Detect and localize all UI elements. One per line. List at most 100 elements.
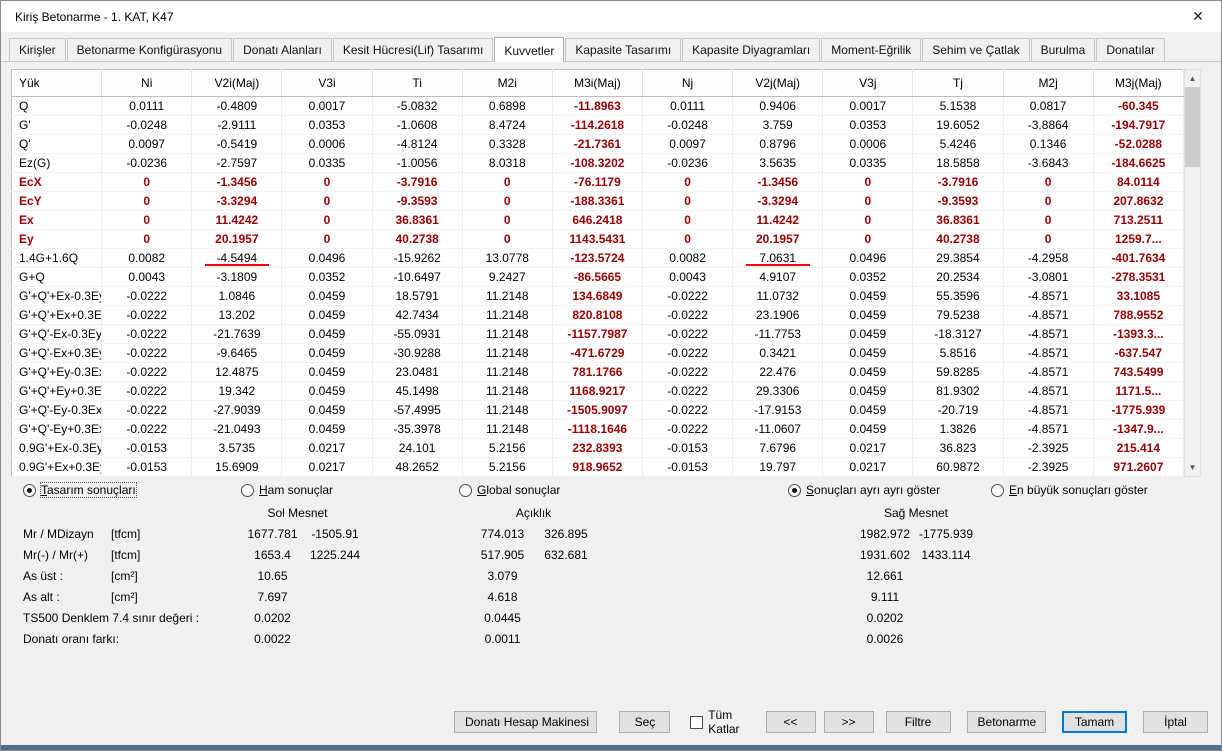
value-cell: -1505.9097 [552,401,642,420]
value-cell: 3.759 [733,116,823,135]
value-cell: 0.0459 [282,401,372,420]
radio-row: Tasarım sonuçlarıHam sonuçlarGlobal sonu… [1,477,1221,497]
table-row[interactable]: G'+Q'+Ey+0.3Ex+0.3Ez-0.022219.3420.04594… [12,382,1184,401]
table-row[interactable]: Ez(G)-0.0236-2.75970.0335-1.00568.0318-1… [12,154,1184,173]
load-case-cell: G'+Q'+Ey-0.3Ex+0.3Ez [12,363,102,382]
value-cell: -4.8571 [1003,382,1093,401]
table-row[interactable]: Ex011.4242036.83610646.2418011.4242036.8… [12,211,1184,230]
radio-sonu-lar-ayr-ayr-g-ster[interactable]: Sonuçları ayrı ayrı göster [788,483,991,497]
value-cell: 0.0459 [282,344,372,363]
vertical-scrollbar[interactable]: ▲ ▼ [1184,69,1201,477]
table-row[interactable]: EcX0-1.34560-3.79160-76.11790-1.34560-3.… [12,173,1184,192]
value-cell: -1.3456 [192,173,282,192]
value-cell: -1393.3... [1093,325,1183,344]
value-cell: 1259.7... [1093,230,1183,249]
tab-kuvvetler[interactable]: Kuvvetler [494,37,564,62]
table-row[interactable]: EcY0-3.32940-9.35930-188.33610-3.32940-9… [12,192,1184,211]
value-cell: -52.0288 [1093,135,1183,154]
table-row[interactable]: Q0.0111-0.48090.0017-5.08320.6898-11.896… [12,97,1184,116]
tab-donat-lar[interactable]: Donatılar [1096,38,1165,61]
value-cell: -15.9262 [372,249,462,268]
table-row[interactable]: 0.9G'+Ex+0.3Ey+0.3Ez-0.015315.69090.0217… [12,458,1184,477]
tab-burulma[interactable]: Burulma [1031,38,1096,61]
table-row[interactable]: G'+Q'-Ex+0.3Ey+0.3Ez-0.0222-9.64650.0459… [12,344,1184,363]
radio-en-b-y-k-sonu-lar-g-ster[interactable]: En büyük sonuçları göster [991,483,1221,497]
value-cell: 36.8361 [372,211,462,230]
table-row[interactable]: G+Q0.0043-3.18090.0352-10.64979.2427-86.… [12,268,1184,287]
tab-betonarme-konfig-rasyonu[interactable]: Betonarme Konfigürasyonu [67,38,232,61]
value-cell: -0.0236 [642,154,732,173]
radio-tasar-m-sonu-lar[interactable]: Tasarım sonuçları [23,483,241,497]
value-cell: 134.6849 [552,287,642,306]
table-row[interactable]: 1.4G+1.6Q0.0082-4.54940.0496-15.926213.0… [12,249,1184,268]
concrete-button[interactable]: Betonarme [967,711,1046,733]
tab-donat-alanlar[interactable]: Donatı Alanları [233,38,332,61]
value-cell: -4.8571 [1003,344,1093,363]
close-icon[interactable]: ✕ [1181,4,1215,30]
value-cell: 918.9652 [552,458,642,477]
previous-button[interactable]: << [766,711,816,733]
value-cell: -3.7916 [372,173,462,192]
value-cell: 0.0352 [823,268,913,287]
result-value: -1505.91 [310,527,360,541]
value-cell: 0 [823,173,913,192]
radio-global-sonu-lar[interactable]: Global sonuçlar [459,483,788,497]
result-value: 517.905 [470,548,535,562]
load-case-cell: G'+Q'+Ey+0.3Ex+0.3Ez [12,382,102,401]
value-cell: -1.0608 [372,116,462,135]
table-row[interactable]: G'+Q'-Ey+0.3Ex+0.3Ez-0.0222-21.04930.045… [12,420,1184,439]
value-cell: -0.0222 [102,325,192,344]
table-row[interactable]: G'+Q'+Ey-0.3Ex+0.3Ez-0.022212.48750.0459… [12,363,1184,382]
value-cell: -10.6497 [372,268,462,287]
tab-kiri-ler[interactable]: Kirişler [9,38,66,61]
radio-button-icon [459,484,472,497]
table-row[interactable]: G'+Q'-Ex-0.3Ey+0.3Ez-0.0222-21.76390.045… [12,325,1184,344]
filter-button[interactable]: Filtre [886,711,951,733]
value-cell: 24.101 [372,439,462,458]
ok-button[interactable]: Tamam [1062,711,1127,733]
value-cell: 5.8516 [913,344,1003,363]
value-cell: 0 [462,211,552,230]
scrollbar-thumb[interactable] [1185,87,1200,167]
value-cell: 0.0353 [282,116,372,135]
tab-kesit-h-cresi-lif-tasar-m[interactable]: Kesit Hücresi(Lif) Tasarımı [333,38,493,61]
tab-sehim-ve-atlak[interactable]: Sehim ve Çatlak [922,38,1029,61]
tab-kapasite-diyagramlar[interactable]: Kapasite Diyagramları [682,38,820,61]
tab-moment-e-rilik[interactable]: Moment-Eğrilik [821,38,921,61]
scrollbar-track[interactable] [1185,87,1200,459]
rebar-calculator-button[interactable]: Donatı Hesap Makinesi [454,711,597,733]
value-cell: 4.9107 [733,268,823,287]
value-cell: -0.0222 [642,382,732,401]
value-cell: -188.3361 [552,192,642,211]
table-row[interactable]: G'+Q'-Ey-0.3Ex+0.3Ez-0.0222-27.90390.045… [12,401,1184,420]
table-row[interactable]: Ey020.1957040.273801143.5431020.1957040.… [12,230,1184,249]
value-cell: -35.3978 [372,420,462,439]
cancel-button[interactable]: İptal [1143,711,1208,733]
all-floors-checkbox[interactable]: Tüm Katlar [690,708,765,736]
column-header-ti: Ti [372,70,462,97]
results-group-header-a-kl-k: Açıklık [470,506,597,520]
value-cell: 0.0459 [823,363,913,382]
value-cell: -57.4995 [372,401,462,420]
table-row[interactable]: G'+Q'+Ex+0.3Ey+0.3Ez-0.022213.2020.04594… [12,306,1184,325]
radio-label: Sonuçları ayrı ayrı göster [806,483,940,497]
value-cell: 0.0217 [282,458,372,477]
tab-kapasite-tasar-m[interactable]: Kapasite Tasarımı [565,38,681,61]
value-cell: -108.3202 [552,154,642,173]
value-cell: -17.9153 [733,401,823,420]
next-button[interactable]: >> [824,711,874,733]
scroll-down-icon[interactable]: ▼ [1185,459,1200,476]
table-row[interactable]: G'+Q'+Ex-0.3Ey+0.3Ez-0.02221.08460.04591… [12,287,1184,306]
value-cell: -4.8571 [1003,363,1093,382]
select-button[interactable]: Seç [619,711,670,733]
result-value: 632.681 [535,548,597,562]
table-row[interactable]: 0.9G'+Ex-0.3Ey+0.3Ez-0.01533.57350.02172… [12,439,1184,458]
scroll-up-icon[interactable]: ▲ [1185,70,1200,87]
radio-ham-sonu-lar[interactable]: Ham sonuçlar [241,483,459,497]
value-cell: -0.0222 [642,325,732,344]
table-row[interactable]: G'-0.0248-2.91110.0353-1.06088.4724-114.… [12,116,1184,135]
value-cell: -0.0222 [102,287,192,306]
table-row[interactable]: Q'0.0097-0.54190.0006-4.81240.3328-21.73… [12,135,1184,154]
value-cell: 1168.9217 [552,382,642,401]
value-cell: -0.0248 [642,116,732,135]
